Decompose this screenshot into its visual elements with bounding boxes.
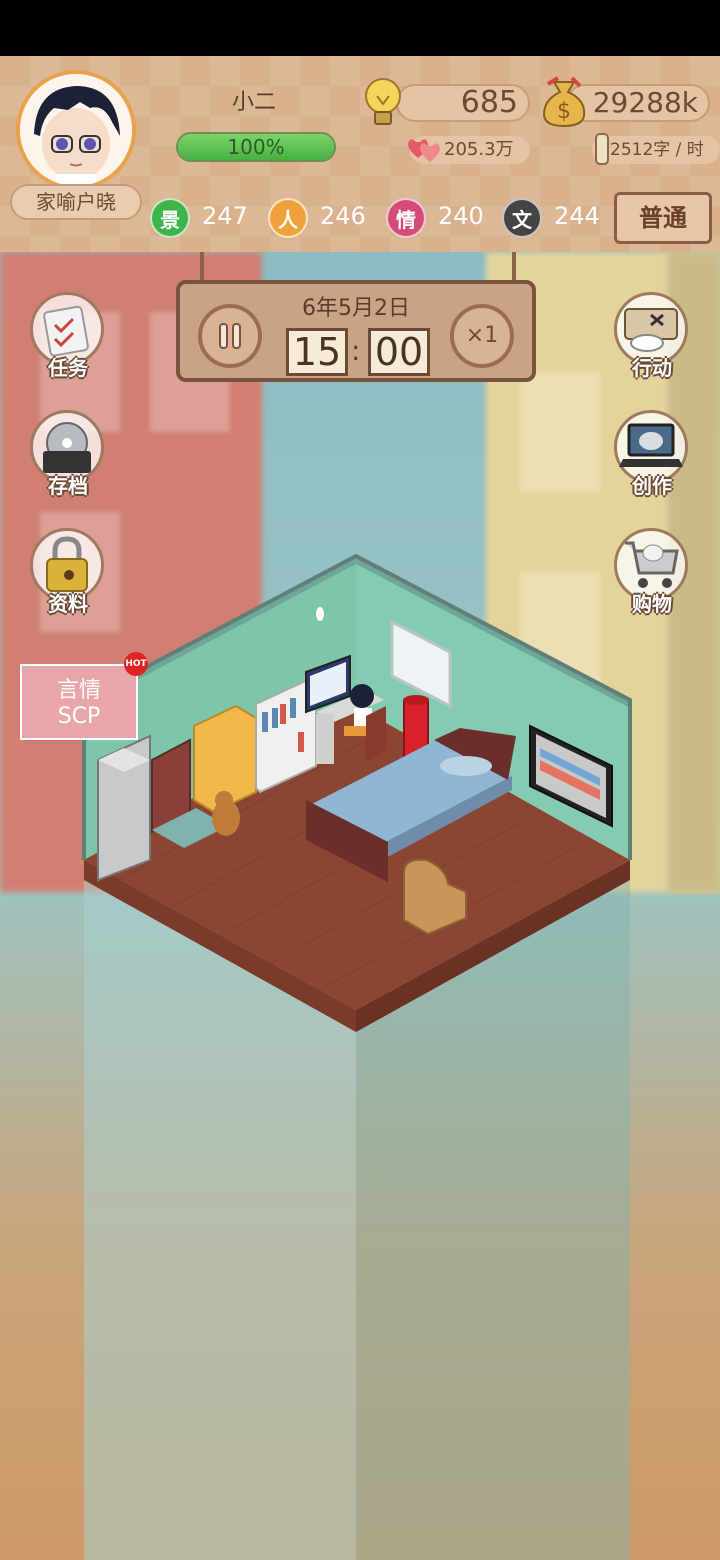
time-hour: 15: [286, 328, 348, 376]
create-button[interactable]: 创作: [612, 410, 692, 500]
player-account-name: 家喻户晓: [10, 184, 142, 220]
character-name: 小二: [232, 90, 277, 115]
avatar-portrait-icon: [20, 74, 132, 186]
stat-badge: 景: [150, 198, 190, 238]
lightbulb-icon: [365, 78, 401, 125]
profile-button[interactable]: 资料: [28, 528, 108, 618]
shopping-button[interactable]: 购物: [612, 528, 692, 618]
difficulty-mode-button[interactable]: 普通: [614, 192, 712, 244]
scroll-icon: [595, 133, 609, 165]
hearts-icon: [408, 139, 440, 162]
pause-icon: [219, 323, 241, 349]
stat-value: 247: [202, 202, 248, 230]
svg-text:$: $: [557, 99, 571, 124]
promo-line2: SCP: [57, 704, 101, 729]
promo-line1: 言情: [56, 678, 101, 703]
create-label: 创作: [632, 474, 672, 498]
stat-badge: 情: [386, 198, 426, 238]
speed-button[interactable]: ×1: [450, 304, 514, 368]
ideas-counter: 685: [396, 84, 530, 122]
action-button[interactable]: 行动: [612, 292, 692, 382]
action-label: 行动: [632, 356, 672, 380]
romance-scp-promo[interactable]: 言情 SCP: [20, 664, 138, 740]
stat-value: 246: [320, 202, 366, 230]
shopping-label: 购物: [632, 592, 672, 616]
save-label: 存档: [48, 474, 88, 498]
task-label: 任务: [48, 356, 88, 380]
money-bag-icon: $: [542, 76, 586, 128]
energy-bar-label: 100%: [227, 135, 285, 159]
energy-bar: 100%: [176, 132, 336, 162]
time-minute: 00: [368, 328, 430, 376]
stat-badge: 文: [502, 198, 542, 238]
status-bar: [0, 0, 720, 56]
task-button[interactable]: 任务: [28, 292, 108, 382]
top-hud: 家喻户晓 小二 100% 685 29288k $ 205.3万 2512字 /…: [0, 56, 720, 252]
stat-badge: 人: [268, 198, 308, 238]
save-button[interactable]: 存档: [28, 410, 108, 500]
stat-value: 240: [438, 202, 484, 230]
stat-value: 244: [554, 202, 600, 230]
avatar[interactable]: [16, 70, 136, 190]
profile-label: 资料: [48, 592, 88, 616]
hot-badge: HOT: [124, 652, 148, 676]
time-colon: :: [351, 334, 361, 367]
pause-button[interactable]: [198, 304, 262, 368]
